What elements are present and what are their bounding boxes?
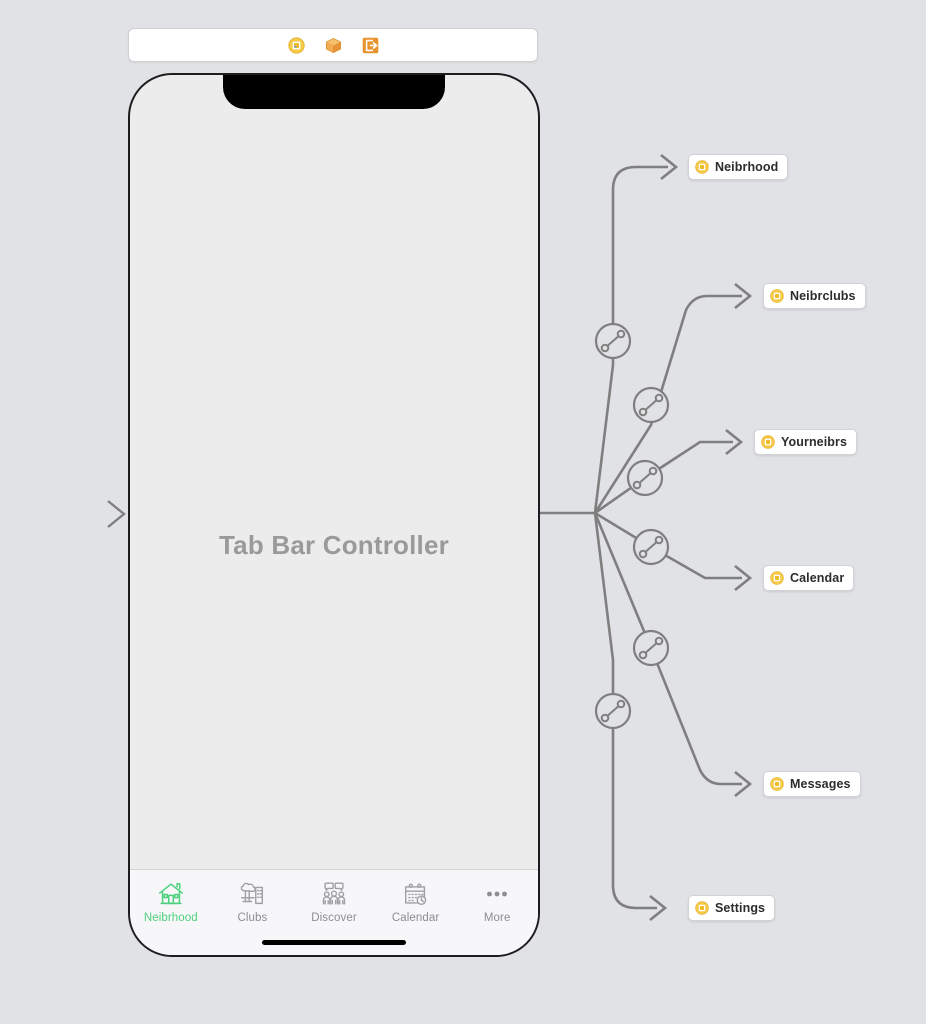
scene-toolbar [128,28,538,62]
relationship-segue-icon[interactable] [626,459,664,497]
destination-label: Neibrclubs [790,289,856,303]
view-controller-icon-glyph [287,36,305,54]
tab-label: More [483,912,511,924]
clubs-icon [241,882,264,905]
more-ellipsis-icon [487,891,508,897]
relationship-segue-icon[interactable] [632,386,670,424]
house-icon [158,882,183,905]
tab-label: Discover [311,912,357,924]
tab-discover[interactable]: Discover [293,879,375,924]
first-responder-icon-glyph [325,37,341,53]
relationship-segue-icon[interactable] [632,629,670,667]
destination-label: Calendar [790,571,845,585]
view-controller-icon [761,435,775,449]
home-indicator [262,940,406,945]
view-controller-icon[interactable] [287,36,305,54]
tab-more[interactable]: More [456,879,538,924]
destination-scene-calendar[interactable]: Calendar [763,565,855,591]
tab-calendar[interactable]: Calendar [375,879,457,924]
tab-label: Clubs [237,912,268,924]
tab-bar-controller-scene[interactable]: Tab Bar Controller Neibrhood Clubs Disco… [128,73,540,957]
tab-label: Neibrhood [143,912,198,924]
calendar-clock-icon [404,883,426,906]
destination-scene-yourneibrs[interactable]: Yourneibrs [754,429,858,455]
device-notch [223,75,445,109]
discover-people-icon [322,882,346,905]
destination-scene-messages[interactable]: Messages [763,771,861,797]
first-responder-icon[interactable] [325,37,342,54]
exit-segue-icon[interactable] [362,37,379,54]
destination-label: Neibrhood [715,160,779,174]
destination-label: Settings [715,901,766,915]
view-controller-icon [770,777,784,791]
entry-point-arrow [32,500,126,528]
segue-arrowheads [649,153,753,922]
tab-label: Calendar [391,912,440,924]
tab-neibrhood[interactable]: Neibrhood [130,879,212,924]
page-title: Tab Bar Controller [219,530,449,560]
destination-scene-neibrhood[interactable]: Neibrhood [688,154,789,180]
destination-label: Messages [790,777,851,791]
destination-label: Yourneibrs [781,435,848,449]
view-controller-icon [770,289,784,303]
view-controller-icon [695,160,709,174]
relationship-segue-icon[interactable] [632,528,670,566]
relationship-segue-badges [594,322,670,730]
destination-scene-settings[interactable]: Settings [688,895,776,921]
destination-scene-neibrclubs[interactable]: Neibrclubs [763,283,866,309]
relationship-segue-lines [540,165,742,910]
view-controller-icon [770,571,784,585]
relationship-segue-icon[interactable] [594,692,632,730]
view-controller-icon [695,901,709,915]
tab-clubs[interactable]: Clubs [212,879,294,924]
exit-segue-icon-glyph [362,37,378,53]
relationship-segue-icon[interactable] [594,322,632,360]
